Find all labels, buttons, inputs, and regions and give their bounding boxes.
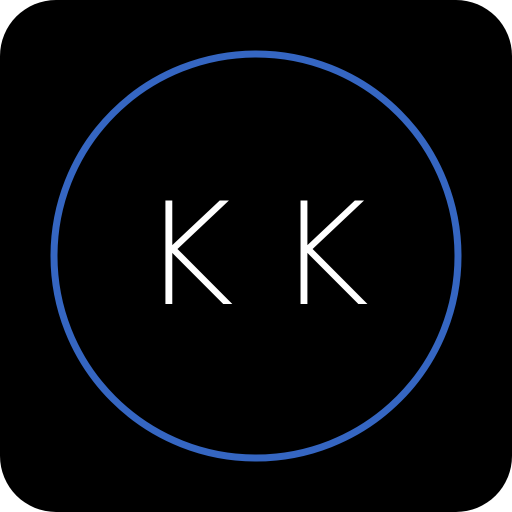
app-icon: KK [0,0,512,512]
monogram-text: KK [140,173,412,338]
